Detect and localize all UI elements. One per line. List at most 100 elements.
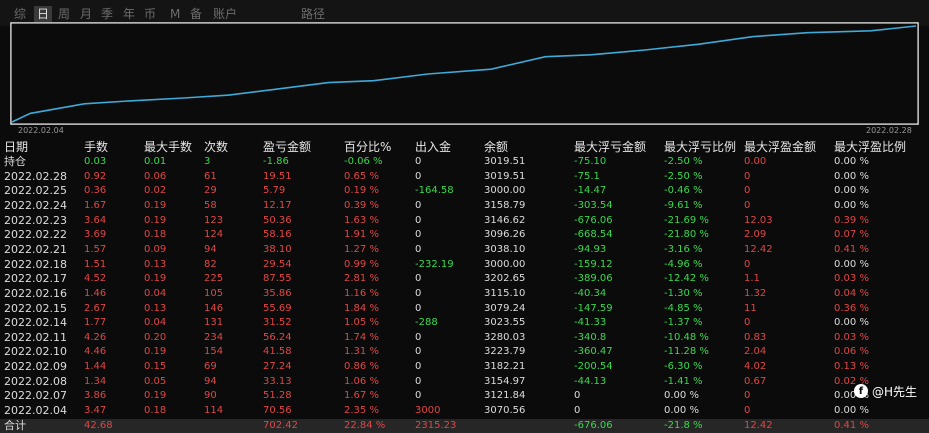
cell-pnl: 70.56 <box>263 405 292 417</box>
cell-date: 2022.02.21 <box>4 242 67 256</box>
table-row[interactable]: 2022.02.17 4.52 0.19 225 87.55 2.81 % 0 3202.65… <box>0 272 929 287</box>
header-deposit[interactable]: 出入金 <box>415 139 451 155</box>
cell-deposit: 0 <box>415 361 422 373</box>
cell-lots: 3.64 <box>84 214 107 226</box>
tab-2[interactable]: 周 <box>58 6 70 22</box>
tab-3[interactable]: 月 <box>80 6 92 22</box>
table-header: 日期 手数 最大手数 次数 盈亏金额 百分比% 出入金 余额 最大浮亏金额 最大浮亏比例 最大浮盈金… <box>0 139 929 155</box>
table-row[interactable]: 2022.02.23 3.64 0.19 123 50.36 1.63 % 0 3146.62… <box>0 214 929 229</box>
cell-max-float-loss: -668.54 <box>574 229 613 241</box>
table-row[interactable]: 2022.02.24 1.67 0.19 58 12.17 0.39 % 0 3158.79 -… <box>0 199 929 214</box>
header-date[interactable]: 日期 <box>4 139 28 155</box>
table-row[interactable]: 2022.02.15 2.67 0.13 146 55.69 1.84 % 0 3079.24… <box>0 302 929 317</box>
cell-max-float-loss-pct: -1.37 % <box>664 317 703 329</box>
cell-deposit: 0 <box>415 302 422 314</box>
cell-pnl: 58.16 <box>263 229 292 241</box>
tab-6[interactable]: 币 <box>144 6 156 22</box>
cell-max-float-loss-pct: -1.41 % <box>664 375 703 387</box>
header-pct[interactable]: 百分比% <box>344 139 391 155</box>
cell-lots: 1.67 <box>84 199 107 211</box>
cell-max-float-loss-pct: -6.30 % <box>664 361 703 373</box>
cell-pnl: 31.52 <box>263 317 292 329</box>
cell-balance: 3079.24 <box>484 302 526 314</box>
cell-lots: 0.92 <box>84 170 107 182</box>
cell-max-float-loss-pct: 0.00 % <box>664 405 699 417</box>
cell-max-float-profit: 12.42 <box>744 419 773 431</box>
cell-max-lots: 0.06 <box>144 170 167 182</box>
cell-count: 61 <box>204 170 217 182</box>
cell-pct: 1.74 % <box>344 331 379 343</box>
table-row[interactable]: 2022.02.18 1.51 0.13 82 29.54 0.99 % -232.19 30… <box>0 258 929 273</box>
tab-4[interactable]: 季 <box>101 6 113 22</box>
table-row[interactable]: 2022.02.09 1.44 0.15 69 27.24 0.86 % 0 3182.21 -… <box>0 360 929 375</box>
cell-pnl: -1.86 <box>263 156 289 167</box>
header-max-float-profit[interactable]: 最大浮盈金额 <box>744 139 816 155</box>
table-row[interactable]: 2022.02.08 1.34 0.05 94 33.13 1.06 % 0 3154.97 -… <box>0 375 929 390</box>
cell-count: 3 <box>204 156 211 167</box>
header-max-lots[interactable]: 最大手数 <box>144 139 192 155</box>
cell-balance: 3158.79 <box>484 199 526 211</box>
table-row[interactable]: 2022.02.16 1.46 0.04 105 35.86 1.16 % 0 3115.10… <box>0 287 929 302</box>
table-row[interactable]: 2022.02.14 1.77 0.04 131 31.52 1.05 % -288 3023… <box>0 316 929 331</box>
cell-max-float-loss: -75.10 <box>574 156 607 167</box>
cell-max-lots: 0.19 <box>144 346 167 358</box>
cell-count: 114 <box>204 405 224 417</box>
cell-max-float-profit-pct: 0.07 % <box>834 229 869 241</box>
cell-max-float-profit: 0 <box>744 390 751 402</box>
cell-lots: 1.51 <box>84 258 107 270</box>
tab-9[interactable]: 账户 <box>213 6 237 22</box>
header-max-float-loss-pct[interactable]: 最大浮亏比例 <box>664 139 736 155</box>
cell-lots: 3.69 <box>84 229 107 241</box>
cell-max-lots: 0.04 <box>144 317 167 329</box>
table-row[interactable]: 持仓 0.03 0.01 3 -1.86 -0.06 % 0 3019.51 -75.10 -2.… <box>0 155 929 170</box>
header-count[interactable]: 次数 <box>204 139 228 155</box>
tab-8[interactable]: 备 <box>190 6 202 22</box>
table-row[interactable]: 2022.02.28 0.92 0.06 61 19.51 0.65 % 0 3019.51 -… <box>0 170 929 185</box>
header-lots[interactable]: 手数 <box>84 139 108 155</box>
table-row[interactable]: 2022.02.21 1.57 0.09 94 38.10 1.27 % 0 3038.10 -… <box>0 243 929 258</box>
table-row[interactable]: 2022.02.10 4.46 0.19 154 41.58 1.31 % 0 3223.79… <box>0 345 929 360</box>
cell-pnl: 12.17 <box>263 199 292 211</box>
table-row[interactable]: 2022.02.04 3.47 0.18 114 70.56 2.35 % 3000 3070… <box>0 404 929 419</box>
cell-balance: 3019.51 <box>484 156 526 167</box>
tab-0[interactable]: 综 <box>14 6 26 22</box>
cell-lots: 1.44 <box>84 361 107 373</box>
cell-date: 2022.02.04 <box>4 404 67 418</box>
table-row[interactable]: 2022.02.22 3.69 0.18 124 58.16 1.91 % 0 3096.26… <box>0 228 929 243</box>
cell-balance: 3280.03 <box>484 331 526 343</box>
tab-1[interactable]: 日 <box>34 6 53 22</box>
header-max-float-loss[interactable]: 最大浮亏金额 <box>574 139 646 155</box>
cell-date: 合计 <box>4 418 26 432</box>
tab-5[interactable]: 年 <box>123 6 135 22</box>
cell-date: 2022.02.23 <box>4 213 67 227</box>
cell-max-float-profit-pct: 0.41 % <box>834 419 869 431</box>
cell-pct: 1.84 % <box>344 302 379 314</box>
cell-date: 2022.02.17 <box>4 272 67 286</box>
cell-max-float-profit: 1.32 <box>744 287 767 299</box>
cell-lots: 1.77 <box>84 317 107 329</box>
table-row[interactable]: 2022.02.25 0.36 0.02 29 5.79 0.19 % -164.58 300… <box>0 184 929 199</box>
cell-max-float-loss-pct: -0.46 % <box>664 185 703 197</box>
total-row[interactable]: 合计 42.68 702.42 22.84 % 2315.23 -676.06 -21.8 … <box>0 418 929 433</box>
cell-count: 123 <box>204 214 224 226</box>
cell-max-float-profit: 0 <box>744 185 751 197</box>
cell-max-float-profit: 4.02 <box>744 361 767 373</box>
table-row[interactable]: 2022.02.07 3.86 0.19 90 51.28 1.67 % 0 3121.84 0… <box>0 389 929 404</box>
cell-pct: 2.35 % <box>344 405 379 417</box>
tab-7[interactable]: M <box>170 6 180 22</box>
header-max-float-profit-pct[interactable]: 最大浮盈比例 <box>834 139 906 155</box>
cell-max-float-profit-pct: 0.00 % <box>834 405 869 417</box>
cell-pct: 0.19 % <box>344 185 379 197</box>
cell-max-float-loss-pct: 0.00 % <box>664 390 699 402</box>
cell-pnl: 35.86 <box>263 287 292 299</box>
equity-curve-chart <box>10 22 919 125</box>
cell-max-lots: 0.13 <box>144 258 167 270</box>
header-balance[interactable]: 余额 <box>484 139 508 155</box>
table-row[interactable]: 2022.02.11 4.26 0.20 234 56.24 1.74 % 0 3280.03… <box>0 331 929 346</box>
cell-max-float-loss-pct: -11.28 % <box>664 346 709 358</box>
header-pnl[interactable]: 盈亏金额 <box>263 139 311 155</box>
watermark: f @H先生 <box>853 380 917 402</box>
cell-max-float-profit-pct: 0.00 % <box>834 185 869 197</box>
tab-10[interactable]: 路径 <box>301 6 325 22</box>
cell-balance: 3154.97 <box>484 375 526 387</box>
